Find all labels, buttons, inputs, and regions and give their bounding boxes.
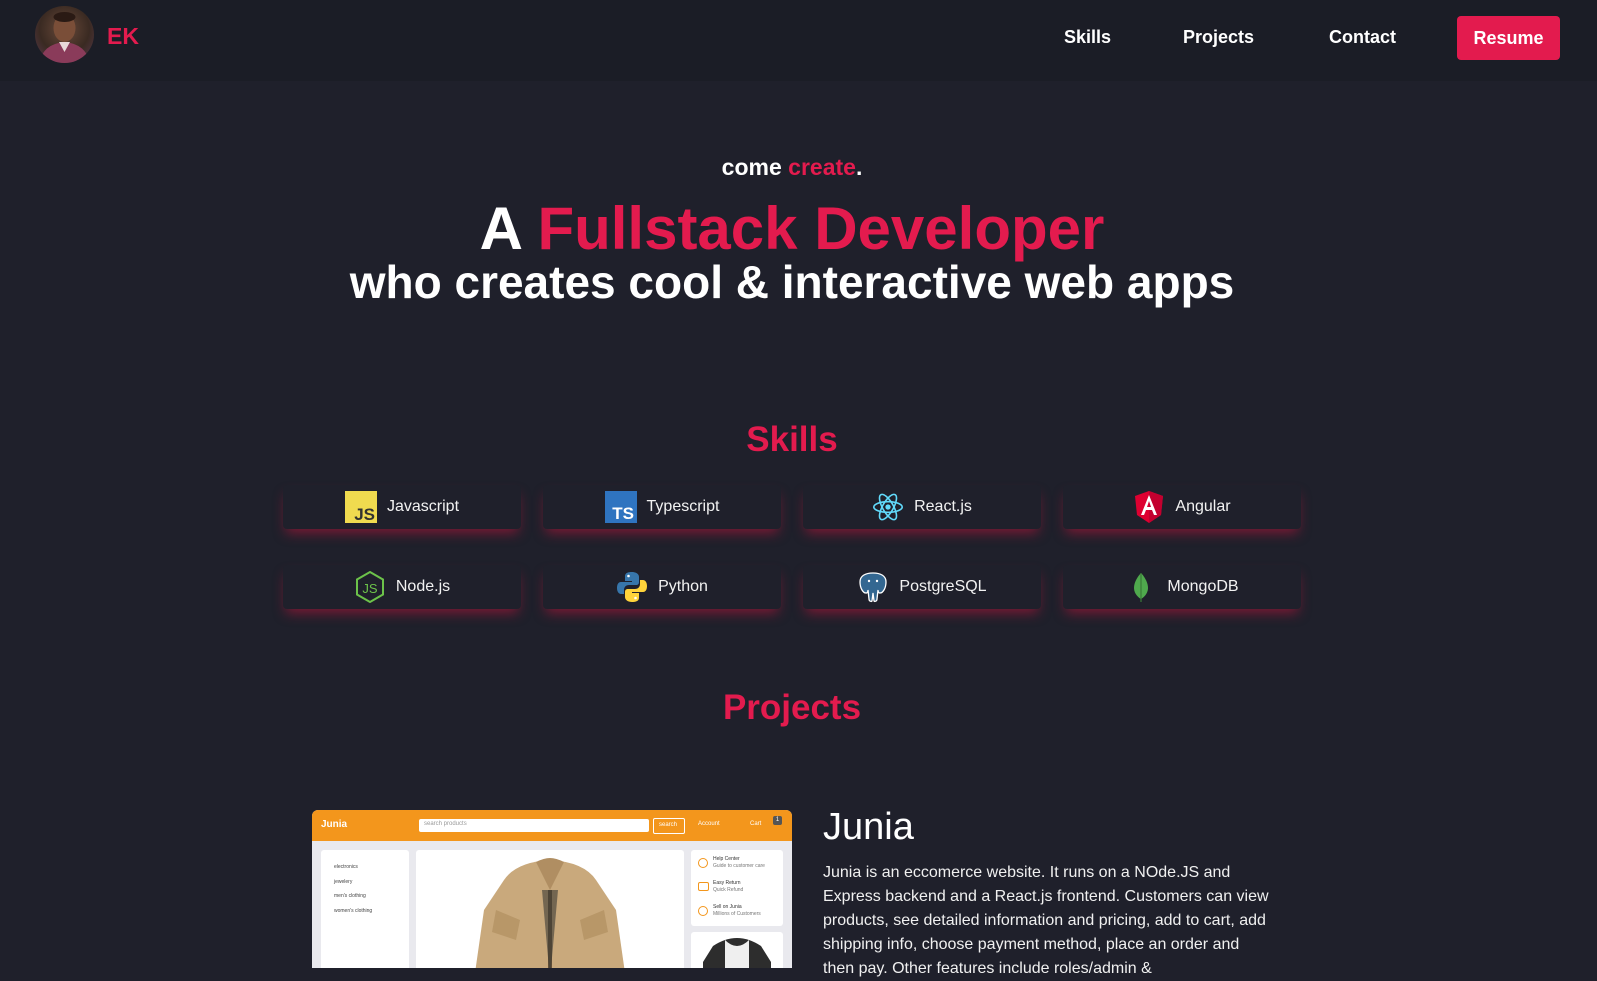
hero-tagline: come create. bbox=[0, 154, 1584, 181]
screenshot-brand: Junia bbox=[321, 819, 348, 830]
hero-title-prefix: A bbox=[479, 195, 538, 262]
skill-card-javascript: JS Javascript bbox=[283, 485, 521, 529]
screenshot-search-button-label: search bbox=[659, 822, 678, 828]
help-item-title: Help Center bbox=[713, 856, 740, 862]
jacket-image bbox=[475, 858, 625, 968]
shirt-image bbox=[703, 938, 771, 968]
skill-label: Angular bbox=[1175, 498, 1231, 515]
skill-label: PostgreSQL bbox=[899, 578, 987, 595]
hero-tagline-accent: create bbox=[788, 154, 856, 180]
screenshot-account: Account bbox=[698, 821, 720, 827]
skill-label: React.js bbox=[914, 498, 972, 515]
screenshot-header: Junia search products search Account Car… bbox=[312, 810, 792, 841]
project-description: Junia is an eccomerce website. It runs o… bbox=[823, 864, 1269, 977]
skills-heading: Skills bbox=[746, 420, 838, 459]
nav-link-projects[interactable]: Projects bbox=[1183, 27, 1254, 48]
help-item-sub: Millions of Customers bbox=[713, 911, 761, 917]
skill-label: Javascript bbox=[386, 498, 460, 515]
nav-link-contact[interactable]: Contact bbox=[1329, 27, 1396, 48]
screenshot-category: electronics bbox=[334, 864, 358, 870]
screenshot-category: jewelery bbox=[334, 878, 353, 885]
nodejs-icon: JS bbox=[354, 571, 386, 603]
angular-icon bbox=[1133, 491, 1165, 523]
screenshot-cart: Cart bbox=[750, 821, 762, 827]
help-item-title: Sell on Junia bbox=[713, 904, 742, 910]
screenshot-search-placeholder: search products bbox=[424, 821, 467, 827]
skill-card-mongodb: MongoDB bbox=[1063, 565, 1301, 609]
nav-link-skills[interactable]: Skills bbox=[1064, 27, 1111, 48]
svg-text:TS: TS bbox=[612, 504, 634, 523]
skill-card-python: Python bbox=[543, 565, 781, 609]
sell-icon bbox=[698, 906, 708, 916]
screenshot-cart-count: 1 bbox=[773, 816, 782, 825]
skill-label: Node.js bbox=[395, 578, 451, 595]
screenshot-search-button: search bbox=[653, 818, 685, 834]
skill-card-angular: Angular bbox=[1063, 485, 1301, 529]
return-icon bbox=[698, 882, 709, 891]
react-icon bbox=[872, 491, 904, 523]
hero-title-accent: Fullstack Developer bbox=[537, 195, 1105, 262]
resume-button[interactable]: Resume bbox=[1457, 16, 1560, 60]
projects-heading: Projects bbox=[722, 688, 862, 727]
screenshot-product-hero bbox=[416, 850, 684, 968]
navbar: EK Skills Projects Contact Resume bbox=[0, 0, 1597, 81]
project-title: Junia bbox=[823, 806, 914, 848]
avatar[interactable] bbox=[35, 6, 94, 63]
hero-tagline-prefix: come bbox=[721, 154, 789, 180]
screenshot-help-panel: Help Center Guide to customer care Easy … bbox=[691, 850, 783, 926]
typescript-icon: TS bbox=[604, 491, 637, 523]
javascript-icon: JS bbox=[344, 491, 377, 523]
skill-card-react: React.js bbox=[803, 485, 1041, 529]
skill-card-postgresql: PostgreSQL bbox=[803, 565, 1041, 609]
brand-logo[interactable]: EK bbox=[107, 23, 139, 50]
screenshot-product-card bbox=[691, 932, 783, 968]
help-item-sub: Guide to customer care bbox=[713, 863, 765, 869]
help-icon bbox=[698, 858, 708, 868]
skill-card-nodejs: JS Node.js bbox=[283, 565, 521, 609]
mongodb-icon bbox=[1125, 571, 1157, 603]
skill-label: Python bbox=[658, 578, 708, 595]
help-item-title: Easy Return bbox=[713, 880, 741, 886]
postgresql-icon bbox=[857, 571, 889, 603]
svg-text:JS: JS bbox=[354, 505, 375, 523]
svg-text:JS: JS bbox=[362, 581, 378, 596]
screenshot-category: men's clothing bbox=[334, 893, 366, 899]
skill-card-typescript: TS Typescript bbox=[543, 485, 781, 529]
screenshot-category: women's clothing bbox=[334, 907, 373, 914]
python-icon bbox=[616, 571, 648, 603]
help-item-sub: Quick Refund bbox=[713, 887, 744, 893]
hero-subtitle: who creates cool & interactive web apps bbox=[349, 256, 1235, 308]
screenshot-search-input: search products bbox=[419, 819, 649, 832]
hero-title: A Fullstack Developer bbox=[0, 197, 1584, 261]
hero-tagline-suffix: . bbox=[855, 154, 863, 180]
project-screenshot[interactable]: Junia search products search Account Car… bbox=[312, 810, 792, 968]
skill-label: MongoDB bbox=[1167, 578, 1239, 595]
screenshot-category-panel: electronics jewelery men's clothing wome… bbox=[321, 850, 409, 968]
skill-label: Typescript bbox=[646, 498, 720, 515]
